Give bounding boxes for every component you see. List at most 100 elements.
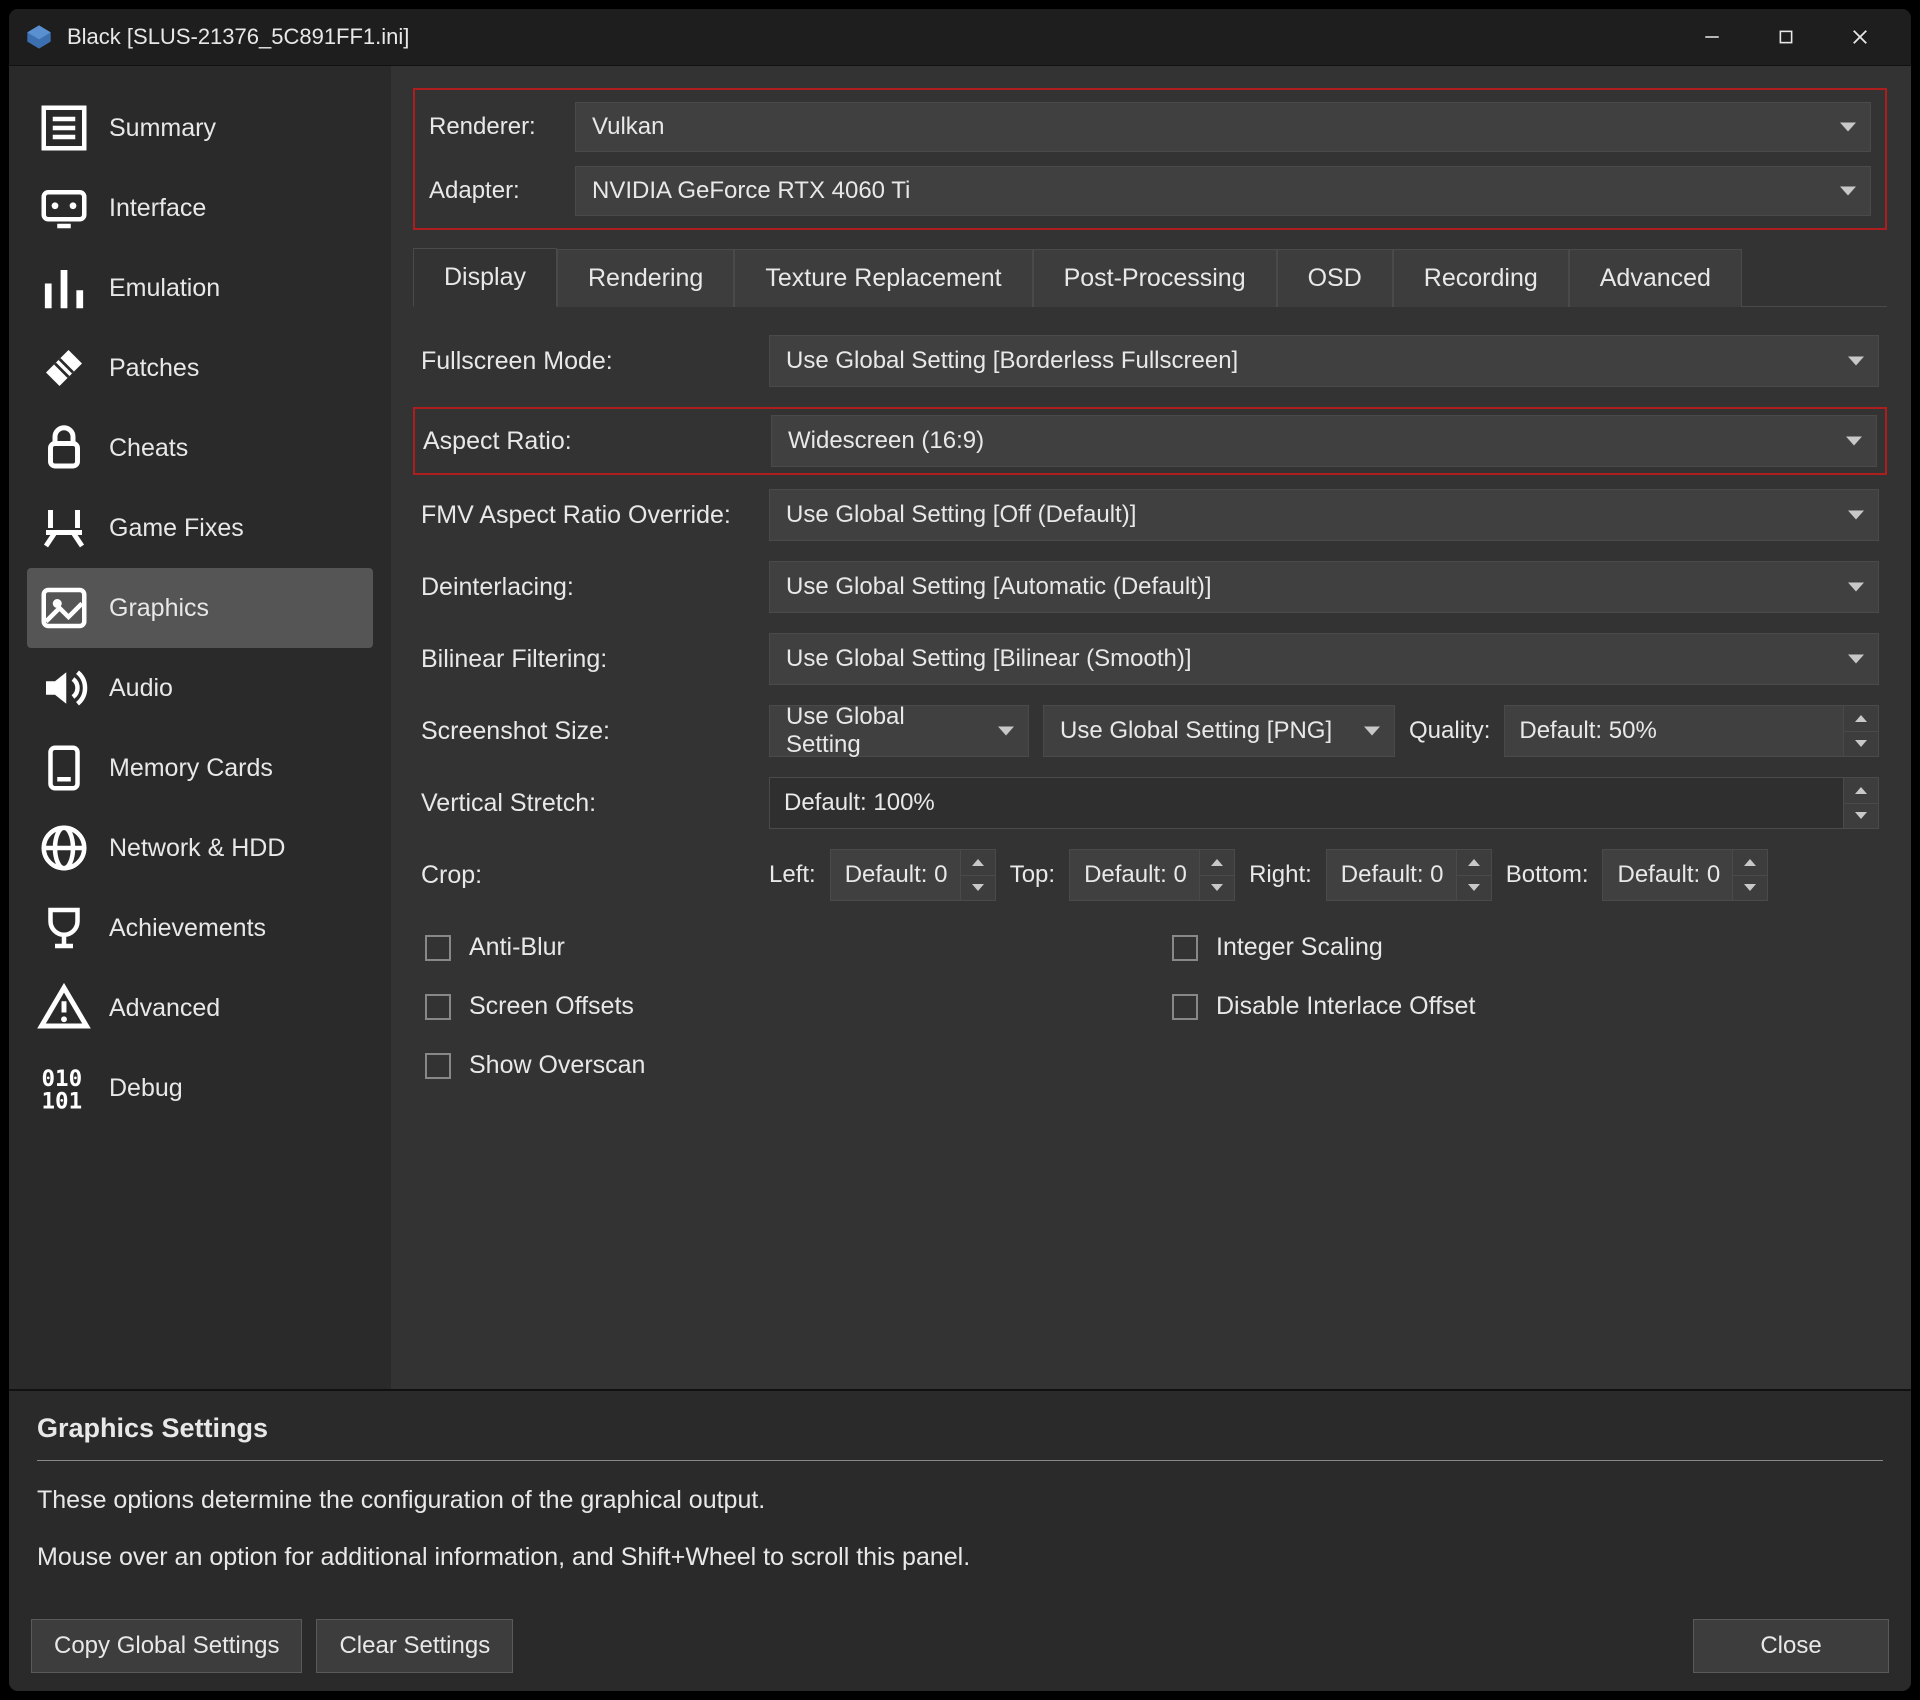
vstretch-label: Vertical Stretch:: [421, 789, 769, 818]
achievements-icon: [37, 901, 91, 955]
sidebar-item-debug[interactable]: Debug: [27, 1048, 373, 1128]
sidebar-item-game-fixes[interactable]: Game Fixes: [27, 488, 373, 568]
sidebar-item-graphics[interactable]: Graphics: [27, 568, 373, 648]
crop-right-spin[interactable]: Default: 0: [1326, 849, 1492, 901]
spin-arrows-icon[interactable]: [1732, 850, 1767, 900]
bottom-bar: Copy Global Settings Clear Settings Clos…: [9, 1605, 1911, 1691]
renderer-label: Renderer:: [429, 113, 575, 141]
tab-recording[interactable]: Recording: [1393, 249, 1569, 307]
memcards-icon: [37, 741, 91, 795]
crop-left-label: Left:: [769, 861, 816, 889]
sidebar-item-label: Achievements: [109, 914, 266, 943]
emulation-icon: [37, 261, 91, 315]
spin-arrows-icon[interactable]: [1199, 850, 1234, 900]
screenshot-format-combo[interactable]: Use Global Setting [PNG]: [1043, 705, 1395, 757]
dropdown-caret-icon: [1840, 123, 1856, 132]
help-line-2: Mouse over an option for additional info…: [37, 1540, 1883, 1575]
deinterlace-label: Deinterlacing:: [421, 573, 769, 602]
sidebar-item-patches[interactable]: Patches: [27, 328, 373, 408]
fullscreen-label: Fullscreen Mode:: [421, 347, 769, 376]
dropdown-caret-icon: [1840, 187, 1856, 196]
dropdown-caret-icon: [1846, 437, 1862, 446]
display-settings: Fullscreen Mode: Use Global Setting [Bor…: [413, 307, 1887, 1379]
crop-left-spin[interactable]: Default: 0: [830, 849, 996, 901]
crop-top-label: Top:: [1010, 861, 1055, 889]
dropdown-caret-icon: [1848, 357, 1864, 366]
close-button[interactable]: Close: [1693, 1619, 1889, 1673]
interface-icon: [37, 181, 91, 235]
checkbox-icon: [425, 994, 451, 1020]
renderer-value: Vulkan: [592, 113, 665, 141]
close-window-button[interactable]: [1823, 13, 1897, 61]
spin-arrows-icon[interactable]: [1456, 850, 1491, 900]
sidebar-item-network-hdd[interactable]: Network & HDD: [27, 808, 373, 888]
dropdown-caret-icon: [1364, 727, 1380, 736]
sidebar-item-interface[interactable]: Interface: [27, 168, 373, 248]
deinterlace-combo[interactable]: Use Global Setting [Automatic (Default)]: [769, 561, 1879, 613]
spin-arrows-icon[interactable]: [1843, 706, 1878, 756]
tab-rendering[interactable]: Rendering: [557, 249, 734, 307]
spin-arrows-icon[interactable]: [1843, 778, 1878, 828]
sidebar-item-label: Graphics: [109, 594, 209, 623]
sidebar-item-cheats[interactable]: Cheats: [27, 408, 373, 488]
clear-settings-button[interactable]: Clear Settings: [316, 1619, 513, 1673]
quality-spin[interactable]: Default: 50%: [1504, 705, 1879, 757]
minimize-button[interactable]: [1675, 13, 1749, 61]
sidebar-item-label: Debug: [109, 1074, 183, 1103]
sidebar-item-label: Game Fixes: [109, 514, 244, 543]
sidebar-item-label: Audio: [109, 674, 173, 703]
sidebar-item-memory-cards[interactable]: Memory Cards: [27, 728, 373, 808]
cheats-icon: [37, 421, 91, 475]
show-overscan-checkbox[interactable]: Show Overscan: [425, 1051, 1132, 1080]
tab-post-processing[interactable]: Post-Processing: [1033, 249, 1277, 307]
titlebar: Black [SLUS-21376_5C891FF1.ini]: [9, 9, 1911, 66]
copy-global-settings-button[interactable]: Copy Global Settings: [31, 1619, 302, 1673]
tab-display[interactable]: Display: [413, 248, 557, 307]
screen-offsets-checkbox[interactable]: Screen Offsets: [425, 992, 1132, 1021]
dropdown-caret-icon: [1848, 583, 1864, 592]
antiblur-checkbox[interactable]: Anti-Blur: [425, 933, 1132, 962]
sidebar-item-label: Advanced: [109, 994, 220, 1023]
spin-arrows-icon[interactable]: [960, 850, 995, 900]
screenshot-size-combo[interactable]: Use Global Setting: [769, 705, 1029, 757]
debug-icon: [37, 1061, 91, 1115]
sidebar-item-summary[interactable]: Summary: [27, 88, 373, 168]
sidebar-item-achievements[interactable]: Achievements: [27, 888, 373, 968]
tab-osd[interactable]: OSD: [1277, 249, 1393, 307]
screenshot-size-label: Screenshot Size:: [421, 717, 769, 746]
sidebar-item-emulation[interactable]: Emulation: [27, 248, 373, 328]
dropdown-caret-icon: [1848, 655, 1864, 664]
vstretch-spin[interactable]: Default: 100%: [769, 777, 1879, 829]
window-title: Black [SLUS-21376_5C891FF1.ini]: [67, 24, 409, 50]
summary-icon: [37, 101, 91, 155]
integer-scaling-checkbox[interactable]: Integer Scaling: [1172, 933, 1879, 962]
crop-bottom-spin[interactable]: Default: 0: [1602, 849, 1768, 901]
adapter-combo[interactable]: NVIDIA GeForce RTX 4060 Ti: [575, 166, 1871, 216]
help-panel: Graphics Settings These options determin…: [9, 1389, 1911, 1605]
fmv-combo[interactable]: Use Global Setting [Off (Default)]: [769, 489, 1879, 541]
checkbox-icon: [425, 1053, 451, 1079]
crop-top-spin[interactable]: Default: 0: [1069, 849, 1235, 901]
bilinear-label: Bilinear Filtering:: [421, 645, 769, 674]
sidebar-item-label: Summary: [109, 114, 216, 143]
settings-window: Black [SLUS-21376_5C891FF1.ini] Summary …: [8, 8, 1912, 1692]
help-title: Graphics Settings: [37, 1413, 1883, 1461]
aspect-combo[interactable]: Widescreen (16:9): [771, 415, 1877, 467]
audio-icon: [37, 661, 91, 715]
advanced-icon: [37, 981, 91, 1035]
sidebar-item-advanced[interactable]: Advanced: [27, 968, 373, 1048]
aspect-label: Aspect Ratio:: [423, 427, 771, 456]
tab-advanced[interactable]: Advanced: [1569, 249, 1742, 307]
maximize-button[interactable]: [1749, 13, 1823, 61]
sidebar-item-audio[interactable]: Audio: [27, 648, 373, 728]
dropdown-caret-icon: [998, 727, 1014, 736]
adapter-label: Adapter:: [429, 177, 575, 205]
tab-bar: DisplayRenderingTexture ReplacementPost-…: [413, 248, 1887, 307]
bilinear-combo[interactable]: Use Global Setting [Bilinear (Smooth)]: [769, 633, 1879, 685]
patches-icon: [37, 341, 91, 395]
main-panel: Renderer: Vulkan Adapter: NVIDIA GeForce…: [391, 66, 1911, 1389]
disable-interlace-offset-checkbox[interactable]: Disable Interlace Offset: [1172, 992, 1879, 1021]
renderer-combo[interactable]: Vulkan: [575, 102, 1871, 152]
tab-texture-replacement[interactable]: Texture Replacement: [734, 249, 1032, 307]
fullscreen-combo[interactable]: Use Global Setting [Borderless Fullscree…: [769, 335, 1879, 387]
